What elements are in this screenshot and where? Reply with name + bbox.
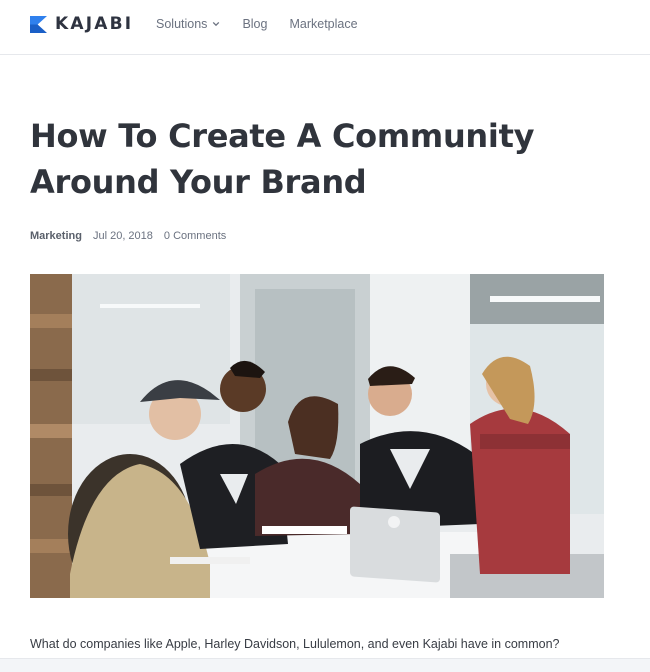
nav-solutions-label: Solutions (156, 17, 208, 31)
kajabi-logo-icon (30, 15, 47, 33)
team-photo-illustration (30, 274, 604, 598)
article-title-line-2: Around Your Brand (30, 163, 367, 201)
kajabi-logo[interactable]: KAJABI (30, 14, 133, 34)
nav-marketplace-link[interactable]: Marketplace (289, 17, 357, 31)
article-meta: Marketing Jul 20, 2018 0 Comments (30, 230, 226, 242)
hero-image (30, 274, 604, 598)
nav-solutions-dropdown[interactable]: Solutions (156, 17, 220, 31)
article-title: How To Create A Community Around Your Br… (30, 113, 590, 205)
brand-name: KAJABI (55, 14, 134, 34)
top-navigation-bar: KAJABI Solutions Blog Marketplace (0, 0, 650, 55)
article-title-line-1: How To Create A Community (30, 117, 535, 155)
article-date: Jul 20, 2018 (92, 230, 153, 242)
chevron-down-icon (213, 21, 220, 27)
footer-strip (0, 658, 650, 672)
nav-blog-link[interactable]: Blog (242, 17, 267, 31)
article-comments-link[interactable]: 0 Comments (164, 230, 226, 242)
main-nav: Solutions Blog Marketplace (156, 17, 380, 31)
article-intro: What do companies like Apple, Harley Dav… (30, 636, 560, 651)
article-category-link[interactable]: Marketing (30, 230, 82, 242)
